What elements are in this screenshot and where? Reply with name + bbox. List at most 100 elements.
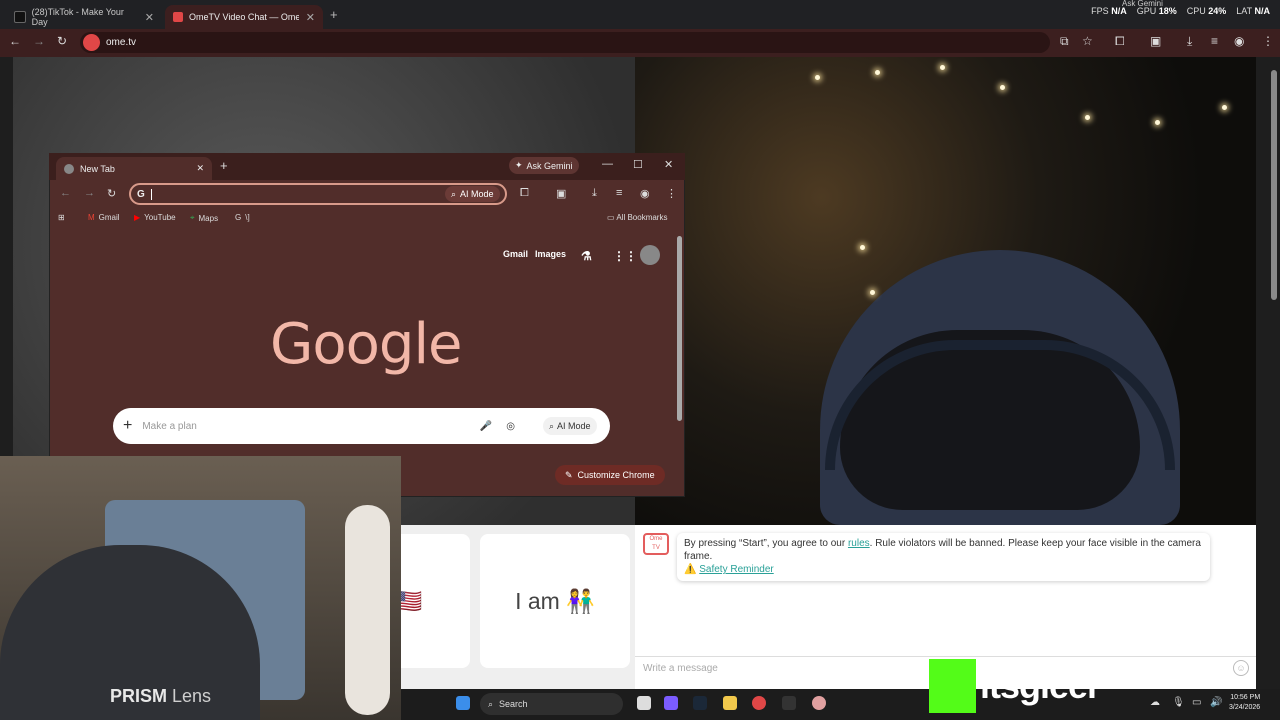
windows-start-icon[interactable] [456, 696, 470, 710]
gender-label: I am 👫 [515, 587, 595, 614]
bookmark-label: YouTube [144, 213, 176, 222]
menu-icon[interactable]: ⋮ [1262, 34, 1274, 48]
tab-tiktok[interactable]: (28)TikTok - Make Your Day ✕ [6, 5, 162, 29]
menu-icon[interactable]: ⋮ [666, 187, 677, 200]
ai-mode-button[interactable]: ⌕ AI Mode [445, 186, 500, 202]
close-icon[interactable]: ✕ [306, 11, 315, 24]
close-window-icon[interactable]: ✕ [664, 158, 673, 171]
tab-label: OmeTV Video Chat — Ome [189, 12, 299, 22]
reload-icon[interactable]: ↻ [57, 34, 67, 48]
gemini-icon: ✦ [515, 160, 523, 170]
new-tab-button[interactable]: + [220, 158, 228, 173]
volume-icon[interactable]: 🔊 [1210, 697, 1222, 708]
bookmark-google[interactable]: G \] [235, 213, 250, 222]
gender-selector[interactable]: I am 👫 [480, 534, 630, 668]
forward-icon[interactable]: → [33, 34, 45, 48]
extensions-icon[interactable]: ⧠ [1115, 34, 1125, 49]
back-icon[interactable]: ← [60, 187, 71, 199]
maximize-icon[interactable]: ☐ [633, 158, 643, 171]
ai-mode-label: AI Mode [460, 189, 494, 199]
tiktok-icon [14, 11, 26, 23]
ai-mode-button[interactable]: ⌕ AI Mode [543, 417, 597, 435]
cloud-icon[interactable]: ☁ [1150, 697, 1160, 708]
string-light [860, 245, 865, 250]
download-icon[interactable]: ⤓ [1187, 34, 1192, 49]
folder-icon: ▭ [607, 213, 615, 222]
lat-stat: LAT N/A [1236, 6, 1270, 16]
string-light [1000, 85, 1005, 90]
steam-icon[interactable] [693, 696, 707, 710]
safety-reminder-link[interactable]: Safety Reminder [699, 564, 773, 575]
reload-icon[interactable]: ↻ [107, 187, 116, 200]
google-g-icon: G [137, 188, 145, 200]
all-bookmarks-button[interactable]: ▭ All Bookmarks [607, 213, 667, 222]
tab-new-tab[interactable]: New Tab ✕ [56, 157, 212, 180]
gmail-link[interactable]: Gmail [503, 249, 528, 259]
address-url: ome.tv [106, 37, 137, 48]
tab-label: New Tab [80, 163, 115, 174]
chrome-icon [64, 163, 74, 174]
tab-label: (28)TikTok - Make Your Day [31, 7, 124, 27]
string-light [1085, 115, 1090, 120]
tab-ometv[interactable]: OmeTV Video Chat — Ome ✕ [165, 5, 323, 29]
scrollbar-thumb[interactable] [1271, 70, 1277, 300]
profile-avatar-icon[interactable]: ◉ [1234, 34, 1244, 48]
minimize-icon[interactable]: — [602, 158, 613, 170]
close-icon[interactable]: ✕ [145, 11, 154, 24]
obs-icon[interactable] [782, 696, 796, 710]
google-search-box[interactable]: + Make a plan 🎤 ◎ [113, 408, 610, 444]
all-bookmarks-label: All Bookmarks [616, 213, 668, 222]
add-icon[interactable]: + [123, 417, 132, 435]
sidepanel-icon[interactable]: ▣ [1150, 34, 1161, 48]
bookmark-star-icon[interactable]: ☆ [1082, 34, 1093, 48]
bookmark-gmail[interactable]: M Gmail [88, 213, 120, 222]
dryer-vent-tube [345, 505, 390, 715]
apps-grid-icon[interactable]: ⊞ [58, 213, 65, 222]
ask-gemini-button[interactable]: ✦ Ask Gemini [509, 157, 579, 174]
labs-flask-icon[interactable]: ⚗ [581, 249, 592, 263]
sidepanel-icon[interactable]: ▣ [556, 187, 566, 200]
text-caret [150, 188, 152, 200]
ask-gemini-button[interactable]: Ask Gemini [1122, 0, 1163, 8]
lens-icon[interactable]: ◎ [506, 421, 515, 432]
file-explorer-icon[interactable] [723, 696, 737, 710]
mic-icon[interactable]: 🎤 [480, 421, 492, 432]
window-scrollbar[interactable] [677, 236, 682, 421]
account-avatar[interactable] [640, 245, 660, 265]
cast-icon[interactable]: ⧉ [1060, 34, 1069, 49]
forward-icon[interactable]: → [84, 187, 95, 199]
download-icon[interactable]: ⤓ [592, 187, 597, 200]
ometv-logo: Ome TV [643, 533, 669, 555]
close-icon[interactable]: ✕ [196, 163, 204, 174]
customize-chrome-button[interactable]: ✎ Customize Chrome [555, 465, 665, 485]
kick-handle: itsgleel [980, 665, 1097, 706]
site-info-icon[interactable] [83, 34, 100, 51]
back-icon[interactable]: ← [9, 34, 21, 48]
images-link[interactable]: Images [535, 249, 566, 259]
gemini-label: Ask Gemini [526, 160, 573, 171]
system-clock[interactable]: 10:56 PM 3/24/2026 [1229, 693, 1260, 713]
taskbar-search[interactable]: ⌕ Search [480, 693, 623, 715]
pencil-icon: ✎ [565, 469, 573, 480]
emoji-icon[interactable]: ☺ [1233, 660, 1249, 676]
network-icon[interactable]: ▭ [1192, 697, 1201, 708]
copilot-icon[interactable] [664, 696, 678, 710]
customize-label: Customize Chrome [577, 470, 655, 480]
media-icon[interactable]: ≡ [1211, 34, 1218, 48]
rules-link[interactable]: rules [848, 538, 870, 549]
mic-icon[interactable]: 🎙 [1172, 697, 1185, 708]
address-bar[interactable]: ome.tv [80, 32, 1050, 53]
task-view-icon[interactable] [637, 696, 651, 710]
maps-icon: ⌖ [190, 213, 195, 222]
new-tab-button[interactable]: + [330, 7, 338, 22]
app-icon[interactable] [812, 696, 826, 710]
system-message: By pressing “Start”, you agree to our ru… [677, 533, 1210, 581]
search-icon: ⌕ [488, 698, 494, 709]
chrome-icon[interactable] [752, 696, 766, 710]
bookmark-maps[interactable]: ⌖ Maps [190, 213, 218, 223]
apps-grid-icon[interactable]: ⋮⋮ [613, 249, 637, 263]
bookmark-youtube[interactable]: ▶ YouTube [134, 213, 176, 222]
extensions-icon[interactable]: ⧠ [520, 187, 529, 200]
profile-avatar-icon[interactable]: ◉ [640, 187, 650, 200]
media-icon[interactable]: ≡ [616, 187, 622, 199]
